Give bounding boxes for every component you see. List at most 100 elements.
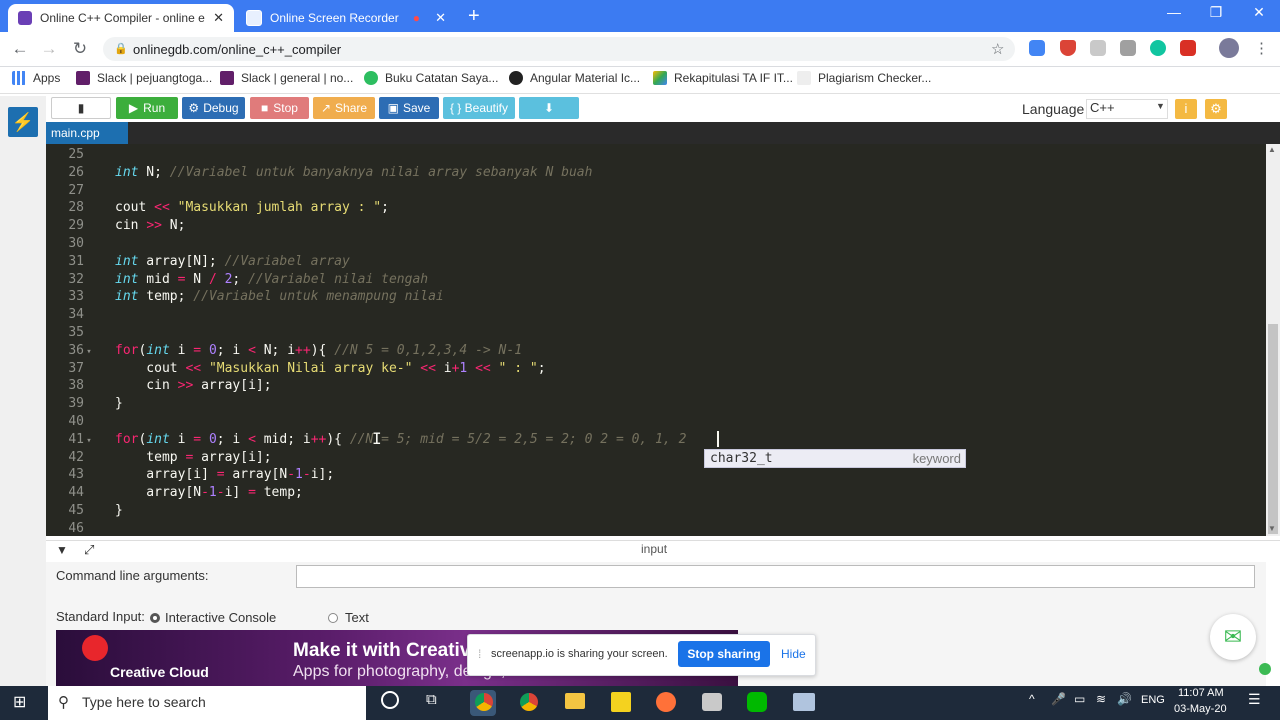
code-line[interactable]: 32 int mid = N / 2; //Variabel nilai teng… (46, 271, 1266, 289)
download-button[interactable]: ⬇ (519, 97, 579, 119)
message-icon[interactable]: ✉ (1210, 614, 1256, 660)
url-text[interactable]: onlinegdb.com/online_c++_compiler (133, 42, 341, 57)
tab-main-cpp[interactable]: main.cpp (46, 122, 128, 144)
collapse-chevron-icon[interactable]: ▼ (56, 543, 68, 557)
cmd-args-input[interactable] (296, 565, 1255, 588)
code-line[interactable]: 46 (46, 520, 1266, 538)
code-line[interactable]: 41 ▾ for(int i = 0; i < mid; i++){ //N = 5… (46, 431, 1266, 449)
notifications-icon[interactable]: ☰ (1248, 691, 1261, 708)
close-tab-icon[interactable]: ✕ (213, 10, 224, 26)
code-line[interactable]: 38 cin >> array[i]; (46, 377, 1266, 395)
new-file-button[interactable]: ▮ (51, 97, 111, 119)
text-input-radio[interactable]: Text (328, 610, 369, 625)
bookmark-rekapitulasi[interactable]: Rekapitulasi TA IF IT... (653, 71, 793, 85)
network-icon[interactable]: ▭ (1074, 692, 1085, 706)
code-line[interactable]: 31 int array[N]; //Variabel array (46, 253, 1266, 271)
extension-icon[interactable] (1150, 40, 1166, 56)
beautify-button[interactable]: { } Beautify (443, 97, 515, 119)
tray-chevron-icon[interactable]: ^ (1029, 692, 1035, 706)
shield-extension-icon[interactable] (1060, 40, 1076, 56)
microphone-icon[interactable]: 🎤 (1051, 692, 1066, 706)
lock-icon[interactable]: 🔒 (114, 42, 128, 55)
avatar[interactable] (1219, 38, 1239, 58)
translate-extension-icon[interactable] (1029, 40, 1045, 56)
file-explorer-icon[interactable] (565, 693, 585, 709)
tab-online-compiler[interactable]: Online C++ Compiler - online ed ✕ (8, 4, 234, 32)
kebab-menu-icon[interactable]: ⋮ (1254, 39, 1269, 57)
drag-handle-icon[interactable]: ⁞ (478, 647, 481, 661)
new-tab-icon[interactable]: + (468, 5, 480, 28)
volume-icon[interactable]: 🔊 (1117, 692, 1132, 706)
wifi-icon[interactable]: ≋ (1096, 692, 1106, 706)
language-indicator[interactable]: ENG (1141, 694, 1165, 706)
clock-time[interactable]: 11:07 AM (1178, 687, 1224, 699)
code-line[interactable]: 28 cout << "Masukkan jumlah array : "; (46, 199, 1266, 217)
hide-button[interactable]: Hide (781, 647, 806, 661)
app-icon[interactable] (793, 693, 815, 711)
code-line[interactable]: 44 array[N-1-i] = temp; (46, 484, 1266, 502)
bookmark-apps[interactable]: Apps (12, 71, 60, 85)
close-tab-icon[interactable]: ✕ (435, 10, 446, 26)
sticky-notes-icon[interactable] (611, 692, 631, 712)
forward-icon[interactable]: → (37, 38, 61, 60)
expand-arrows-icon[interactable]: ⤢ (84, 542, 94, 558)
minimize-window-icon[interactable]: — (1154, 4, 1194, 20)
code-line[interactable]: 40 (46, 413, 1266, 431)
task-view-icon[interactable]: ⧉ (426, 691, 437, 708)
extension-icon[interactable] (1120, 40, 1136, 56)
code-token: << (185, 360, 202, 376)
code-line[interactable]: 34 (46, 306, 1266, 324)
scroll-up-icon[interactable]: ▲ (1268, 145, 1276, 154)
code-line[interactable]: 33 int temp; //Variabel untuk menampung n… (46, 288, 1266, 306)
code-line[interactable]: 30 (46, 235, 1266, 253)
save-button[interactable]: ▣ Save (379, 97, 439, 119)
share-button[interactable]: ↗ Share (313, 97, 375, 119)
fold-arrow-icon[interactable]: ▾ (84, 432, 94, 450)
code-line[interactable]: 25 (46, 146, 1266, 164)
fold-arrow-icon[interactable]: ▾ (84, 343, 94, 361)
cortana-icon[interactable] (381, 691, 399, 709)
info-button[interactable]: i (1175, 99, 1197, 119)
debug-button[interactable]: ⚙ Debug (182, 97, 245, 119)
code-line[interactable]: 45} (46, 502, 1266, 520)
bookmark-star-icon[interactable]: ☆ (991, 40, 1004, 58)
extension-icon[interactable] (1180, 40, 1196, 56)
windows-start-icon[interactable]: ⊞ (13, 692, 26, 712)
close-window-icon[interactable]: ✕ (1239, 4, 1279, 21)
tab-screen-recorder[interactable]: Online Screen Recorder ● ✕ (236, 4, 456, 32)
code-line[interactable]: 35 (46, 324, 1266, 342)
clock-date[interactable]: 03-May-20 (1174, 703, 1227, 715)
bookmark-buku-catatan[interactable]: Buku Catatan Saya... (364, 71, 498, 85)
chrome-icon[interactable] (520, 693, 538, 711)
scrollbar-thumb[interactable] (1268, 324, 1278, 534)
code-line[interactable]: 39} (46, 395, 1266, 413)
line-number: 31 (68, 253, 84, 269)
firefox-icon[interactable] (656, 692, 676, 712)
code-line[interactable]: 29 cin >> N; (46, 217, 1266, 235)
scroll-down-icon[interactable]: ▼ (1268, 524, 1276, 533)
stop-button[interactable]: ■ Stop (250, 97, 309, 119)
code-line[interactable]: 42 temp = array[i]; (46, 449, 1266, 467)
run-button[interactable]: ▶ Run (116, 97, 178, 119)
extension-icon[interactable] (1090, 40, 1106, 56)
restore-window-icon[interactable]: ❐ (1196, 4, 1236, 21)
line-icon[interactable] (747, 692, 767, 712)
bookmark-plagiarism[interactable]: Plagiarism Checker... (797, 71, 931, 85)
bookmark-slack-general[interactable]: Slack | general | no... (220, 71, 353, 85)
code-line[interactable]: 36 ▾ for(int i = 0; i < N; i++){ //N 5 = 0… (46, 342, 1266, 360)
settings-button[interactable]: ⚙ (1205, 99, 1227, 119)
bookmark-slack-pejuang[interactable]: Slack | pejuangtoga... (76, 71, 212, 85)
autocomplete-popup[interactable]: char32_t keyword (704, 449, 966, 468)
autocomplete-item[interactable]: char32_t (710, 451, 773, 466)
stop-sharing-button[interactable]: Stop sharing (678, 641, 770, 667)
reload-icon[interactable]: ↻ (68, 38, 92, 60)
code-line[interactable]: 37 cout << "Masukkan Nilai array ke-" <<… (46, 360, 1266, 378)
interactive-console-radio[interactable]: Interactive Console (150, 610, 276, 625)
code-line[interactable]: 27 (46, 182, 1266, 200)
onlinegdb-logo-icon[interactable]: ⚡ (8, 107, 38, 137)
code-line[interactable]: 43 array[i] = array[N-1-i]; (46, 466, 1266, 484)
bookmark-angular-material[interactable]: Angular Material Ic... (509, 71, 640, 85)
code-line[interactable]: 26 int N; //Variabel untuk banyaknya nila… (46, 164, 1266, 182)
app-icon[interactable] (702, 693, 722, 711)
back-icon[interactable]: ← (8, 38, 32, 60)
